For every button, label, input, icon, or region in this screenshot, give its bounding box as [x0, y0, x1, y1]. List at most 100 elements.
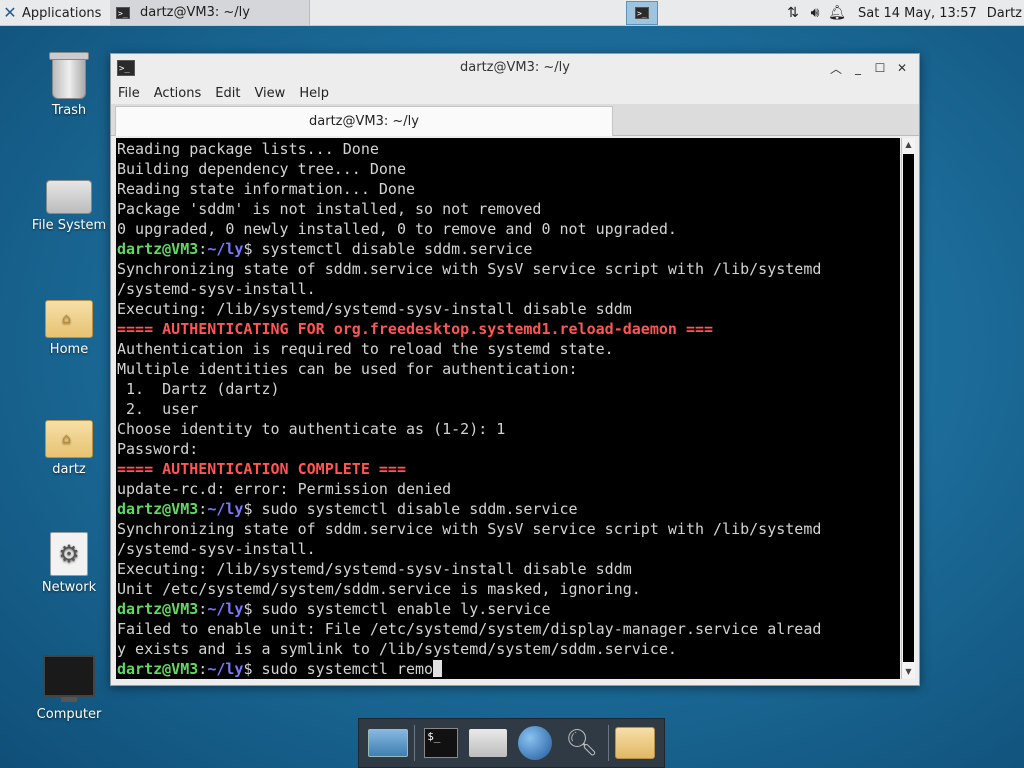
folder-icon: ⌂: [45, 420, 93, 458]
terminal-output[interactable]: Reading package lists... Done Building de…: [116, 138, 900, 679]
network-icon[interactable]: ⇅: [782, 2, 804, 24]
command-text: sudo systemctl remo: [261, 660, 434, 678]
terminal-line: ==== AUTHENTICATING FOR org.freedesktop.…: [117, 320, 714, 338]
dock-web-browser[interactable]: [514, 722, 556, 764]
terminal-icon: >_: [635, 7, 649, 19]
menu-help[interactable]: Help: [292, 86, 336, 101]
desktop-icon-label: Trash: [51, 103, 87, 118]
terminal-line: Reading state information... Done: [117, 180, 416, 198]
menu-file[interactable]: File: [111, 86, 147, 101]
taskbar-window-button[interactable]: >_ dartz@VM3: ~/ly: [110, 0, 310, 25]
desktop-icon-label: Home: [49, 342, 89, 357]
dock-folder[interactable]: [614, 722, 656, 764]
dock-show-desktop[interactable]: [367, 722, 409, 764]
command-text: sudo systemctl disable sddm.service: [261, 500, 578, 518]
desktop-icon-trash[interactable]: Trash: [24, 52, 114, 118]
volume-icon[interactable]: 🔊︎: [804, 2, 826, 24]
search-icon: 🔍︎: [565, 728, 599, 758]
terminal-line: y exists and is a symlink to /lib/system…: [117, 640, 677, 658]
terminal-command-line: dartz@VM3:~/ly$ sudo systemctl disable s…: [117, 500, 578, 518]
folder-icon: [614, 727, 655, 759]
dock-search[interactable]: 🔍︎: [561, 722, 603, 764]
prompt-path: ~/ly: [207, 500, 244, 518]
terminal-icon: $_: [424, 728, 459, 758]
terminal-line: 0 upgraded, 0 newly installed, 0 to remo…: [117, 220, 677, 238]
network-icon: ⚙: [50, 532, 88, 576]
tab-bar: dartz@VM3: ~/ly: [111, 104, 919, 136]
home-icon: [469, 729, 508, 757]
menu-view[interactable]: View: [247, 86, 292, 101]
desktop-icon-label: dartz: [52, 462, 86, 477]
trash-icon: [49, 52, 89, 99]
prompt-user-host: dartz@VM3: [117, 500, 199, 518]
window-titlebar[interactable]: >_ dartz@VM3: ~/ly ︿ _ ☐ ✕: [111, 54, 919, 82]
scroll-down-icon[interactable]: ▼: [902, 665, 915, 679]
terminal-line: Unit /etc/systemd/system/sddm.service is…: [117, 580, 641, 598]
terminal-line: 1. Dartz (dartz): [117, 380, 280, 398]
show-desktop-icon: [368, 729, 409, 757]
dock: $_ 🔍︎: [358, 718, 665, 768]
desktop-icon-computer[interactable]: Computer: [24, 655, 114, 722]
applications-menu-button[interactable]: ✕ Applications: [0, 0, 108, 26]
desktop-icon-label: File System: [31, 218, 107, 233]
menu-bar: File Actions Edit View Help: [111, 82, 919, 104]
menu-edit[interactable]: Edit: [208, 86, 247, 101]
scroll-thumb[interactable]: [903, 154, 914, 662]
maximize-icon[interactable]: ☐: [869, 59, 891, 77]
system-tray: ⇅ 🔊︎ 🔔︎ Sat 14 May, 13:57 Dartz: [782, 0, 1024, 26]
top-panel: ✕ Applications >_ dartz@VM3: ~/ly >_ ⇅ 🔊…: [0, 0, 1024, 26]
scroll-up-icon[interactable]: ▲: [902, 138, 915, 152]
close-icon[interactable]: ✕: [891, 59, 913, 77]
desktop-icon-dartz[interactable]: ⌂ dartz: [24, 420, 114, 477]
desktop-icon-file-system[interactable]: File System: [24, 180, 114, 233]
terminal-scrollbar[interactable]: ▲ ▼: [901, 138, 915, 679]
terminal-line: 2. user: [117, 400, 199, 418]
prompt-path: ~/ly: [207, 660, 244, 678]
desktop-icon-home[interactable]: ⌂ Home: [24, 300, 114, 357]
desktop-icon-label: Computer: [36, 707, 102, 722]
dock-terminal[interactable]: $_: [420, 722, 462, 764]
workspace-switcher-button[interactable]: >_: [626, 1, 658, 25]
xfce-logo-icon: ✕: [3, 3, 17, 22]
dock-separator: [414, 725, 416, 761]
terminal-line: Failed to enable unit: File /etc/systemd…: [117, 620, 822, 638]
dock-home[interactable]: [467, 722, 509, 764]
terminal-line: /systemd-sysv-install.: [117, 540, 316, 558]
terminal-line: Choose identity to authenticate as (1-2)…: [117, 420, 506, 438]
web-browser-icon: [517, 726, 552, 760]
terminal-command-line: dartz@VM3:~/ly$ sudo systemctl remo: [117, 659, 900, 679]
terminal-window: >_ dartz@VM3: ~/ly ︿ _ ☐ ✕ File Actions …: [110, 53, 920, 686]
applications-label: Applications: [22, 5, 102, 21]
terminal-command-line: dartz@VM3:~/ly$ systemctl disable sddm.s…: [117, 240, 533, 258]
user-menu[interactable]: Dartz: [987, 6, 1022, 21]
command-text: systemctl disable sddm.service: [261, 240, 533, 258]
desktop-icon-network[interactable]: ⚙ Network: [24, 532, 114, 595]
window-controls: ︿ _ ☐ ✕: [825, 59, 913, 77]
terminal-line: ==== AUTHENTICATION COMPLETE ===: [117, 460, 406, 478]
notification-bell-icon[interactable]: 🔔︎: [826, 2, 848, 24]
terminal-line: Synchronizing state of sddm.service with…: [117, 260, 822, 278]
terminal-line: Multiple identities can be used for auth…: [117, 360, 578, 378]
minimize-icon[interactable]: _: [847, 59, 869, 77]
terminal-tab[interactable]: dartz@VM3: ~/ly: [115, 106, 613, 136]
taskbar-window-title: dartz@VM3: ~/ly: [140, 5, 250, 20]
terminal-line: Authentication is required to reload the…: [117, 340, 614, 358]
text-cursor: [433, 660, 443, 677]
clock[interactable]: Sat 14 May, 13:57: [858, 6, 977, 21]
prompt-user-host: dartz@VM3: [117, 660, 199, 678]
terminal-line: Password:: [117, 440, 199, 458]
terminal-line: Executing: /lib/systemd/systemd-sysv-ins…: [117, 300, 632, 318]
shade-icon[interactable]: ︿: [825, 59, 847, 77]
terminal-line: Executing: /lib/systemd/systemd-sysv-ins…: [117, 560, 632, 578]
prompt-user-host: dartz@VM3: [117, 240, 199, 258]
prompt-path: ~/ly: [207, 240, 244, 258]
terminal-line: Building dependency tree... Done: [117, 160, 406, 178]
terminal-line: update-rc.d: error: Permission denied: [117, 480, 452, 498]
terminal-icon: >_: [116, 6, 130, 19]
menu-actions[interactable]: Actions: [147, 86, 209, 101]
prompt-user-host: dartz@VM3: [117, 600, 199, 618]
home-folder-icon: ⌂: [45, 300, 93, 338]
desktop-icon-label: Network: [41, 580, 97, 595]
terminal-line: Synchronizing state of sddm.service with…: [117, 520, 822, 538]
monitor-icon: [43, 655, 95, 702]
